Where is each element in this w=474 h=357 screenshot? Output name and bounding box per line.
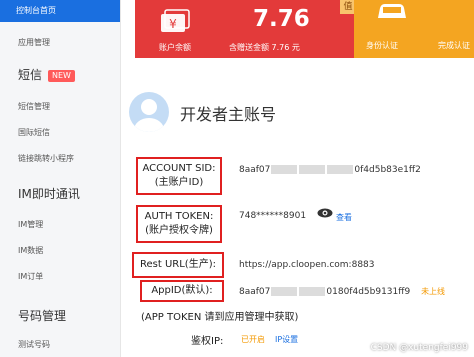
app-token-note: (APP TOKEN 请到应用管理中获取)	[141, 312, 299, 323]
nav-item-test-number[interactable]: 测试号码	[18, 339, 50, 350]
new-badge: NEW	[48, 69, 75, 82]
eye-icon[interactable]	[317, 208, 333, 218]
nav-item-miniprogram-link[interactable]: 链接跳转小程序	[18, 153, 74, 164]
nav-item-console-home[interactable]: 控制台首页	[0, 0, 120, 22]
rest-url-value: https://app.cloopen.com:8883	[239, 260, 375, 270]
value-prefix: 8aaf07	[239, 287, 271, 297]
sidebar: 控制台首页 应用管理 短信 NEW 短信管理 国际短信 链接跳转小程序 IM即时通…	[0, 0, 121, 357]
balance-amount: 7.76	[253, 6, 310, 32]
account-sid-label: ACCOUNT SID: (主账户ID)	[136, 157, 222, 195]
done-cert-label: 完成认证	[438, 41, 470, 50]
rest-url-label: Rest URL(生产):	[132, 252, 224, 278]
svg-text:¥: ¥	[169, 17, 177, 31]
value-prefix: 8aaf07	[239, 165, 271, 175]
auth-ip-label: 鉴权IP:	[191, 336, 224, 347]
watermark: CSDN @xutengfei999	[370, 343, 468, 353]
redacted-block	[271, 165, 298, 174]
nav-item-im-data[interactable]: IM数据	[18, 245, 43, 256]
certification-card[interactable]: 身份认证 完成认证	[354, 0, 474, 58]
nav-section-numbers[interactable]: 号码管理	[18, 307, 66, 324]
appid-label: AppID(默认):	[140, 280, 224, 302]
avatar	[129, 92, 169, 132]
nav-item-app-manage[interactable]: 应用管理	[18, 37, 50, 48]
redacted-block	[299, 165, 326, 174]
gift-amount-label: 含赠送金额 7.76 元	[229, 43, 300, 52]
value-suffix: 0180f4d5b9131ff9	[326, 287, 411, 297]
main-content: ¥ 账户余额 7.76 含赠送金额 7.76 元 值 身份认证 完成认证 开发者…	[121, 0, 474, 357]
appid-value[interactable]: 8aaf07 0180f4d5b9131ff9 未上线	[239, 286, 445, 297]
redacted-block	[271, 287, 298, 296]
nav-section-sms[interactable]: 短信 NEW	[18, 66, 75, 83]
redacted-block	[327, 165, 354, 174]
car-icon	[378, 4, 406, 18]
app-status: 未上线	[421, 287, 446, 296]
nav-item-sms-manage[interactable]: 短信管理	[18, 101, 50, 112]
id-cert-label: 身份认证	[366, 41, 398, 50]
money-icon: ¥	[161, 9, 190, 32]
value-suffix: 0f4d5b83e1ff2	[354, 165, 421, 175]
redacted-block	[299, 287, 326, 296]
nav-item-intl-sms[interactable]: 国际短信	[18, 127, 50, 138]
ip-settings-link[interactable]: IP设置	[275, 334, 298, 345]
balance-label: 账户余额	[159, 43, 191, 52]
nav-item-im-order[interactable]: IM订单	[18, 271, 43, 282]
nav-section-im[interactable]: IM即时通讯	[18, 185, 80, 202]
auth-token-label: AUTH TOKEN: (账户授权令牌)	[136, 205, 222, 243]
user-avatar-icon	[134, 99, 164, 132]
ip-status: 已开启	[241, 335, 265, 344]
view-token-link[interactable]: 查看	[336, 212, 352, 223]
nav-item-im-manage[interactable]: IM管理	[18, 219, 43, 230]
account-sid-value[interactable]: 8aaf07 0f4d5b83e1ff2	[239, 165, 421, 175]
developer-title: 开发者主账号	[180, 105, 277, 124]
auth-token-value: 748******8901	[239, 211, 307, 221]
nav-section-label: 短信	[18, 68, 43, 82]
